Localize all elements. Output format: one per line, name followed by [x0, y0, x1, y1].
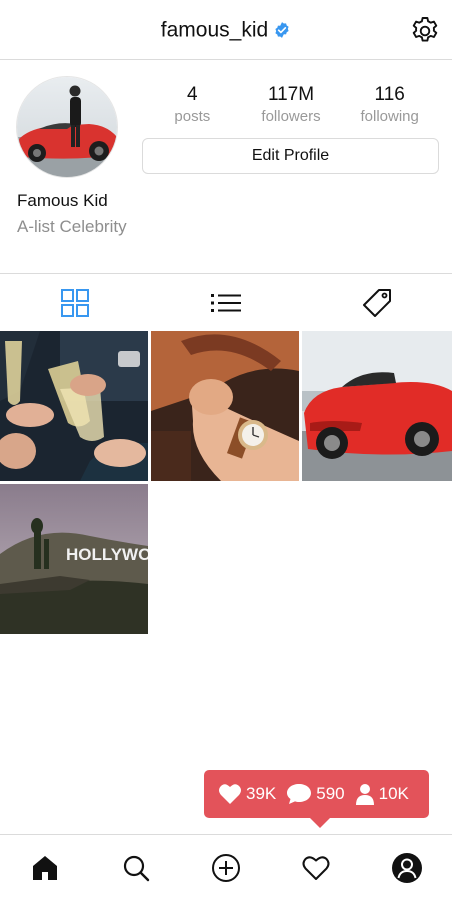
profile-bio: A-list Celebrity — [17, 217, 127, 236]
nav-add-post[interactable] — [181, 839, 271, 897]
post-image: HOLLYWO — [0, 484, 148, 634]
nav-activity[interactable] — [271, 839, 361, 897]
nav-search[interactable] — [90, 839, 180, 897]
stat-posts[interactable]: 4 posts — [143, 84, 242, 128]
gear-icon[interactable] — [409, 15, 441, 47]
comments-count: 590 — [316, 784, 345, 803]
likes-activity: 39K — [218, 783, 276, 805]
username: famous_kid — [160, 18, 269, 42]
following-count: 116 — [374, 84, 405, 105]
post-thumbnail-red-car[interactable] — [302, 331, 452, 481]
top-bar: famous_kid — [0, 0, 452, 60]
hollywood-sign-letters: HOLLYWO — [66, 545, 148, 564]
post-thumbnail-hollywood[interactable]: HOLLYWO — [0, 484, 148, 634]
search-icon — [123, 855, 149, 881]
nav-home[interactable] — [0, 839, 90, 897]
profile-username-title: famous_kid — [0, 18, 452, 42]
add-icon — [212, 853, 241, 882]
nav-profile[interactable] — [362, 839, 452, 897]
post-image — [151, 331, 299, 481]
followers-label: followers — [261, 108, 321, 125]
tab-list[interactable] — [151, 274, 302, 331]
posts-count: 4 — [187, 84, 198, 105]
likes-count: 39K — [246, 784, 277, 803]
tag-icon — [362, 288, 391, 317]
tab-tagged[interactable] — [301, 274, 452, 331]
home-icon — [33, 855, 58, 880]
profile-full-name: Famous Kid — [17, 191, 108, 210]
profile-icon — [391, 852, 422, 883]
heart-icon — [302, 855, 330, 880]
profile-tabs — [0, 273, 452, 331]
post-thumbnail-champagne[interactable] — [0, 331, 148, 481]
followers-count: 117M — [267, 84, 315, 105]
stat-followers[interactable]: 117M followers — [242, 84, 341, 128]
post-image — [302, 331, 452, 481]
activity-notification-popup[interactable]: 39K 590 10K — [204, 770, 429, 828]
heart-filled-icon — [219, 784, 241, 804]
following-label: following — [360, 108, 419, 125]
grid-icon — [61, 288, 90, 317]
new-followers-count: 10K — [378, 784, 409, 803]
posts-label: posts — [174, 108, 211, 125]
profile-stats: 4 posts 117M followers 116 following — [143, 84, 439, 128]
post-image — [0, 331, 148, 481]
post-thumbnail-watch[interactable] — [151, 331, 299, 481]
stat-following[interactable]: 116 following — [340, 84, 439, 128]
tab-grid[interactable] — [0, 274, 151, 331]
avatar-photo — [17, 77, 117, 177]
person-icon — [355, 784, 374, 805]
edit-profile-button[interactable]: Edit Profile — [142, 138, 439, 174]
avatar[interactable] — [16, 76, 118, 178]
bottom-navigation — [0, 834, 452, 900]
comments-activity: 590 — [286, 782, 345, 806]
followers-activity: 10K — [355, 783, 409, 805]
list-icon — [211, 293, 241, 312]
comment-bubble-icon — [287, 784, 312, 804]
verified-badge-icon — [275, 22, 289, 39]
